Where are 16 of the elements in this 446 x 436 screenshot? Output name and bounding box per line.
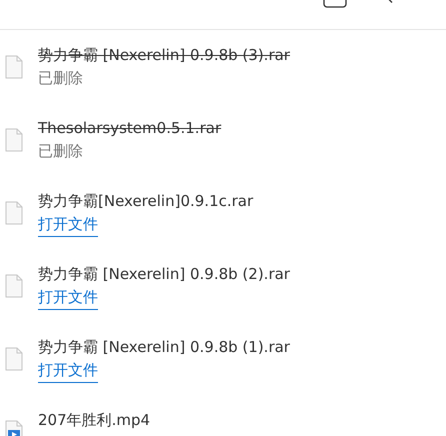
file-icon: [5, 55, 23, 79]
open-file-link[interactable]: 打开文件: [38, 358, 98, 383]
file-name: 势力争霸 [Nexerelin] 0.9.8b (3).rar: [38, 45, 290, 66]
file-name: 势力争霸 [Nexerelin] 0.9.8b (1).rar: [38, 337, 290, 358]
file-icon: [5, 128, 23, 152]
file-icon: [5, 274, 23, 298]
file-name: 势力争霸 [Nexerelin] 0.9.8b (2).rar: [38, 264, 290, 285]
status-label: 已删除: [38, 68, 83, 89]
status-label: 已删除: [38, 141, 83, 162]
file-icon: [5, 201, 23, 225]
file-name: 207年胜利.mp4: [38, 410, 150, 431]
file-icon: [5, 347, 23, 371]
file-name: 势力争霸[Nexerelin]0.9.1c.rar: [38, 191, 254, 212]
open-file-link[interactable]: 打开文件: [38, 285, 98, 310]
open-file-link[interactable]: 打开文件: [38, 212, 98, 237]
file-name: Thesolarsystem0.5.1.rar: [38, 118, 222, 139]
